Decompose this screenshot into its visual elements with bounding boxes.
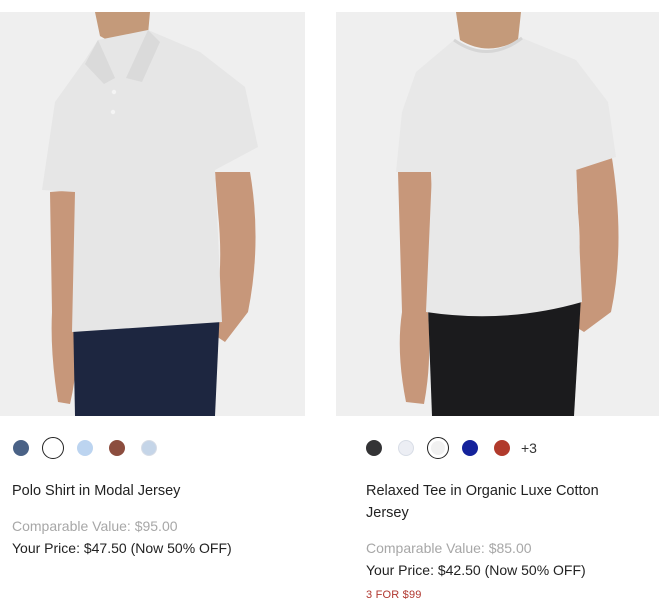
- promo-badge-tee: 3 FOR $99: [366, 589, 422, 601]
- swatch-white[interactable]: [42, 437, 64, 459]
- your-price-polo: Your Price: $47.50 (Now 50% OFF): [12, 540, 232, 556]
- product-title-polo[interactable]: Polo Shirt in Modal Jersey: [12, 480, 302, 502]
- comparable-value-tee: Comparable Value: $85.00: [366, 540, 532, 556]
- your-price-tee: Your Price: $42.50 (Now 50% OFF): [366, 562, 586, 578]
- swatch-light-blue[interactable]: [77, 440, 93, 456]
- swatch-red[interactable]: [494, 440, 510, 456]
- swatch-royal-blue[interactable]: [462, 440, 478, 456]
- model-photo-polo: [0, 12, 305, 416]
- more-colors-link[interactable]: +3: [521, 440, 537, 456]
- product-image-tee[interactable]: [336, 12, 659, 416]
- swatch-navy-blue[interactable]: [13, 440, 29, 456]
- color-swatches-tee: +3: [366, 436, 537, 460]
- color-swatches-polo: [13, 436, 173, 460]
- swatch-rust-brown[interactable]: [109, 440, 125, 456]
- swatch-black[interactable]: [366, 440, 382, 456]
- swatch-off-white[interactable]: [398, 440, 414, 456]
- model-photo-tee: [336, 12, 659, 416]
- product-card-polo[interactable]: [0, 12, 305, 416]
- swatch-light-grey[interactable]: [427, 437, 449, 459]
- product-card-tee[interactable]: [336, 12, 659, 416]
- product-title-tee[interactable]: Relaxed Tee in Organic Luxe Cotton Jerse…: [366, 480, 636, 524]
- product-image-polo[interactable]: [0, 12, 305, 416]
- swatch-pale-blue[interactable]: [141, 440, 157, 456]
- comparable-value-polo: Comparable Value: $95.00: [12, 518, 178, 534]
